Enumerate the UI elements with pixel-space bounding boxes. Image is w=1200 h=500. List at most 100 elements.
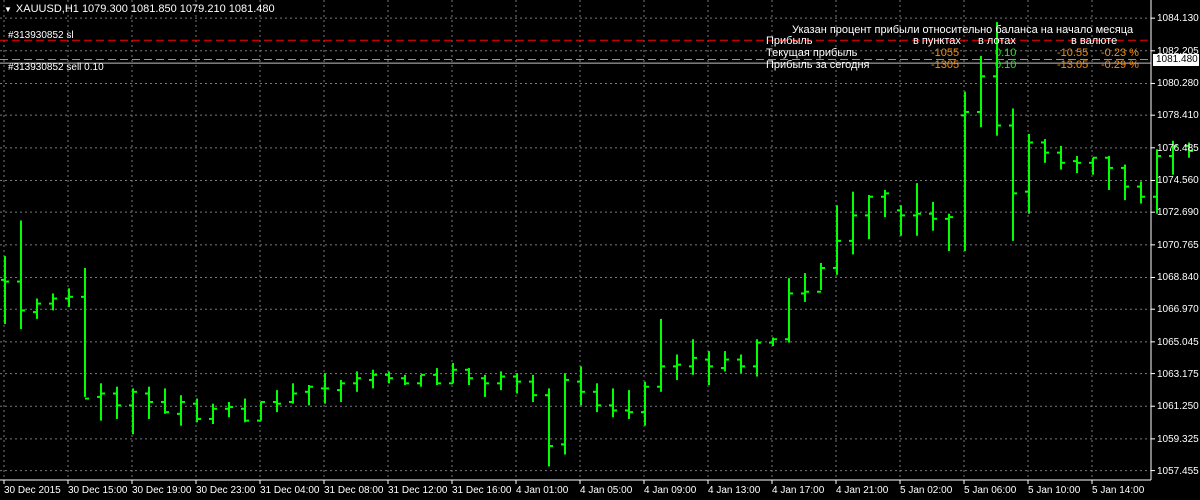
symbol-ohlc-text: XAUUSD,H1 1079.300 1081.850 1079.210 108… (15, 3, 275, 15)
chart-grid (0, 0, 1151, 480)
time-label: 4 Jan 09:00 (644, 485, 697, 496)
ohlc-bar (929, 201, 937, 231)
ohlc-bar (961, 91, 969, 252)
ohlc-bar (1121, 164, 1129, 201)
price-label: 1066.970 (1157, 304, 1199, 316)
dropdown-triangle-icon[interactable]: ▼ (4, 5, 12, 14)
sl-order-label[interactable]: #313930852 sl (8, 30, 74, 42)
today-profit-label: Прибыль за сегодня (766, 59, 870, 71)
price-label: 1072.690 (1157, 207, 1199, 219)
ohlc-bar (609, 388, 617, 418)
time-label: 4 Jan 21:00 (836, 485, 889, 496)
ohlc-bar (209, 403, 217, 425)
ohlc-bar (913, 183, 921, 236)
price-label: 1068.840 (1157, 272, 1199, 284)
ohlc-bar (817, 262, 825, 293)
ohlc-bar (465, 368, 473, 386)
time-label: 5 Jan 02:00 (900, 485, 953, 496)
current-profit-points: -1055 (931, 47, 960, 59)
ohlc-bar (433, 368, 441, 386)
ohlc-bar (1137, 181, 1145, 204)
ohlc-bar (1041, 139, 1049, 163)
current-profit-lots: 0.10 (995, 47, 1017, 59)
header-profit: Прибыль (766, 35, 813, 47)
ohlc-bar (417, 373, 425, 387)
ohlc-bar (945, 213, 953, 252)
ohlc-bar (577, 366, 585, 406)
price-label: 1084.130 (1157, 13, 1199, 25)
ohlc-bar (401, 374, 409, 386)
price-label: 1080.280 (1157, 78, 1199, 90)
ohlc-bar (529, 374, 537, 402)
current-price-tag: 1081.480 (1153, 54, 1199, 66)
ohlc-bar (833, 205, 841, 275)
price-label: 1059.325 (1157, 433, 1199, 445)
time-label: 31 Dec 08:00 (324, 485, 384, 496)
ohlc-bar (49, 293, 57, 311)
time-label: 5 Jan 14:00 (1092, 485, 1145, 496)
ohlc-bar (65, 288, 73, 307)
price-chart[interactable] (0, 0, 1200, 500)
ohlc-bar (1009, 108, 1017, 241)
price-label: 1061.250 (1157, 401, 1199, 413)
ohlc-bar (657, 318, 665, 392)
ohlc-bar (513, 373, 521, 394)
ohlc-bar (1089, 156, 1097, 175)
time-label: 30 Dec 23:00 (196, 485, 256, 496)
time-label: 31 Dec 16:00 (452, 485, 512, 496)
ohlc-bar (1057, 145, 1065, 170)
symbol-header: ▼ XAUUSD,H1 1079.300 1081.850 1079.210 10… (4, 3, 275, 16)
ohlc-bar (641, 381, 649, 426)
ohlc-bar (273, 390, 281, 413)
ohlc-bar (785, 278, 793, 343)
ohlc-bar (865, 195, 873, 240)
ohlc-bar (369, 369, 377, 389)
current-profit-currency: -10.55 (1057, 47, 1089, 59)
time-label: 5 Jan 06:00 (964, 485, 1017, 496)
ohlc-bar (481, 374, 489, 397)
ohlc-bar (241, 398, 249, 423)
ohlc-bar (545, 388, 553, 467)
ohlc-bar (81, 267, 89, 400)
ohlc-bar (721, 351, 729, 372)
time-label: 31 Dec 12:00 (388, 485, 448, 496)
ohlc-bar (1105, 156, 1113, 190)
ohlc-bar (593, 383, 601, 413)
ohlc-bar (625, 390, 633, 419)
price-label: 1074.560 (1157, 175, 1199, 187)
sell-order-label[interactable]: #313930852 sell 0.10 (8, 62, 104, 74)
ohlc-bar (193, 398, 201, 423)
time-label: 4 Jan 05:00 (580, 485, 633, 496)
ohlc-bar (305, 385, 313, 406)
time-label: 4 Jan 01:00 (516, 485, 569, 496)
today-profit-percent: -0.29 % (1101, 59, 1139, 71)
current-profit-label: Текущая прибыль (766, 47, 858, 59)
header-points: в пунктах (913, 35, 961, 47)
header-lots: в лотах (978, 35, 1016, 47)
ohlc-bar (977, 55, 985, 128)
price-label: 1057.455 (1157, 465, 1199, 477)
ohlc-bar (321, 373, 329, 404)
ohlc-bar (33, 298, 41, 319)
ohlc-bar (113, 386, 121, 419)
ohlc-bar (801, 273, 809, 302)
ohlc-bar (1073, 156, 1081, 174)
ohlc-bar (753, 339, 761, 377)
header-currency: в валюте (1071, 35, 1118, 47)
ohlc-bar (225, 401, 233, 418)
ohlc-bar (161, 388, 169, 414)
today-profit-currency: -13.05 (1057, 59, 1089, 71)
time-label: 31 Dec 04:00 (260, 485, 320, 496)
ohlc-bar (17, 220, 25, 330)
ohlc-bar (897, 205, 905, 236)
time-label: 30 Dec 2015 (4, 485, 61, 496)
time-label: 30 Dec 15:00 (68, 485, 128, 496)
time-label: 4 Jan 13:00 (708, 485, 761, 496)
ohlc-bar (1, 256, 9, 324)
ohlc-bar (497, 371, 505, 391)
ohlc-bar (673, 354, 681, 380)
ohlc-bar (353, 371, 361, 392)
ohlc-bar (737, 354, 745, 374)
time-label: 30 Dec 19:00 (132, 485, 192, 496)
price-label: 1076.485 (1157, 142, 1199, 154)
